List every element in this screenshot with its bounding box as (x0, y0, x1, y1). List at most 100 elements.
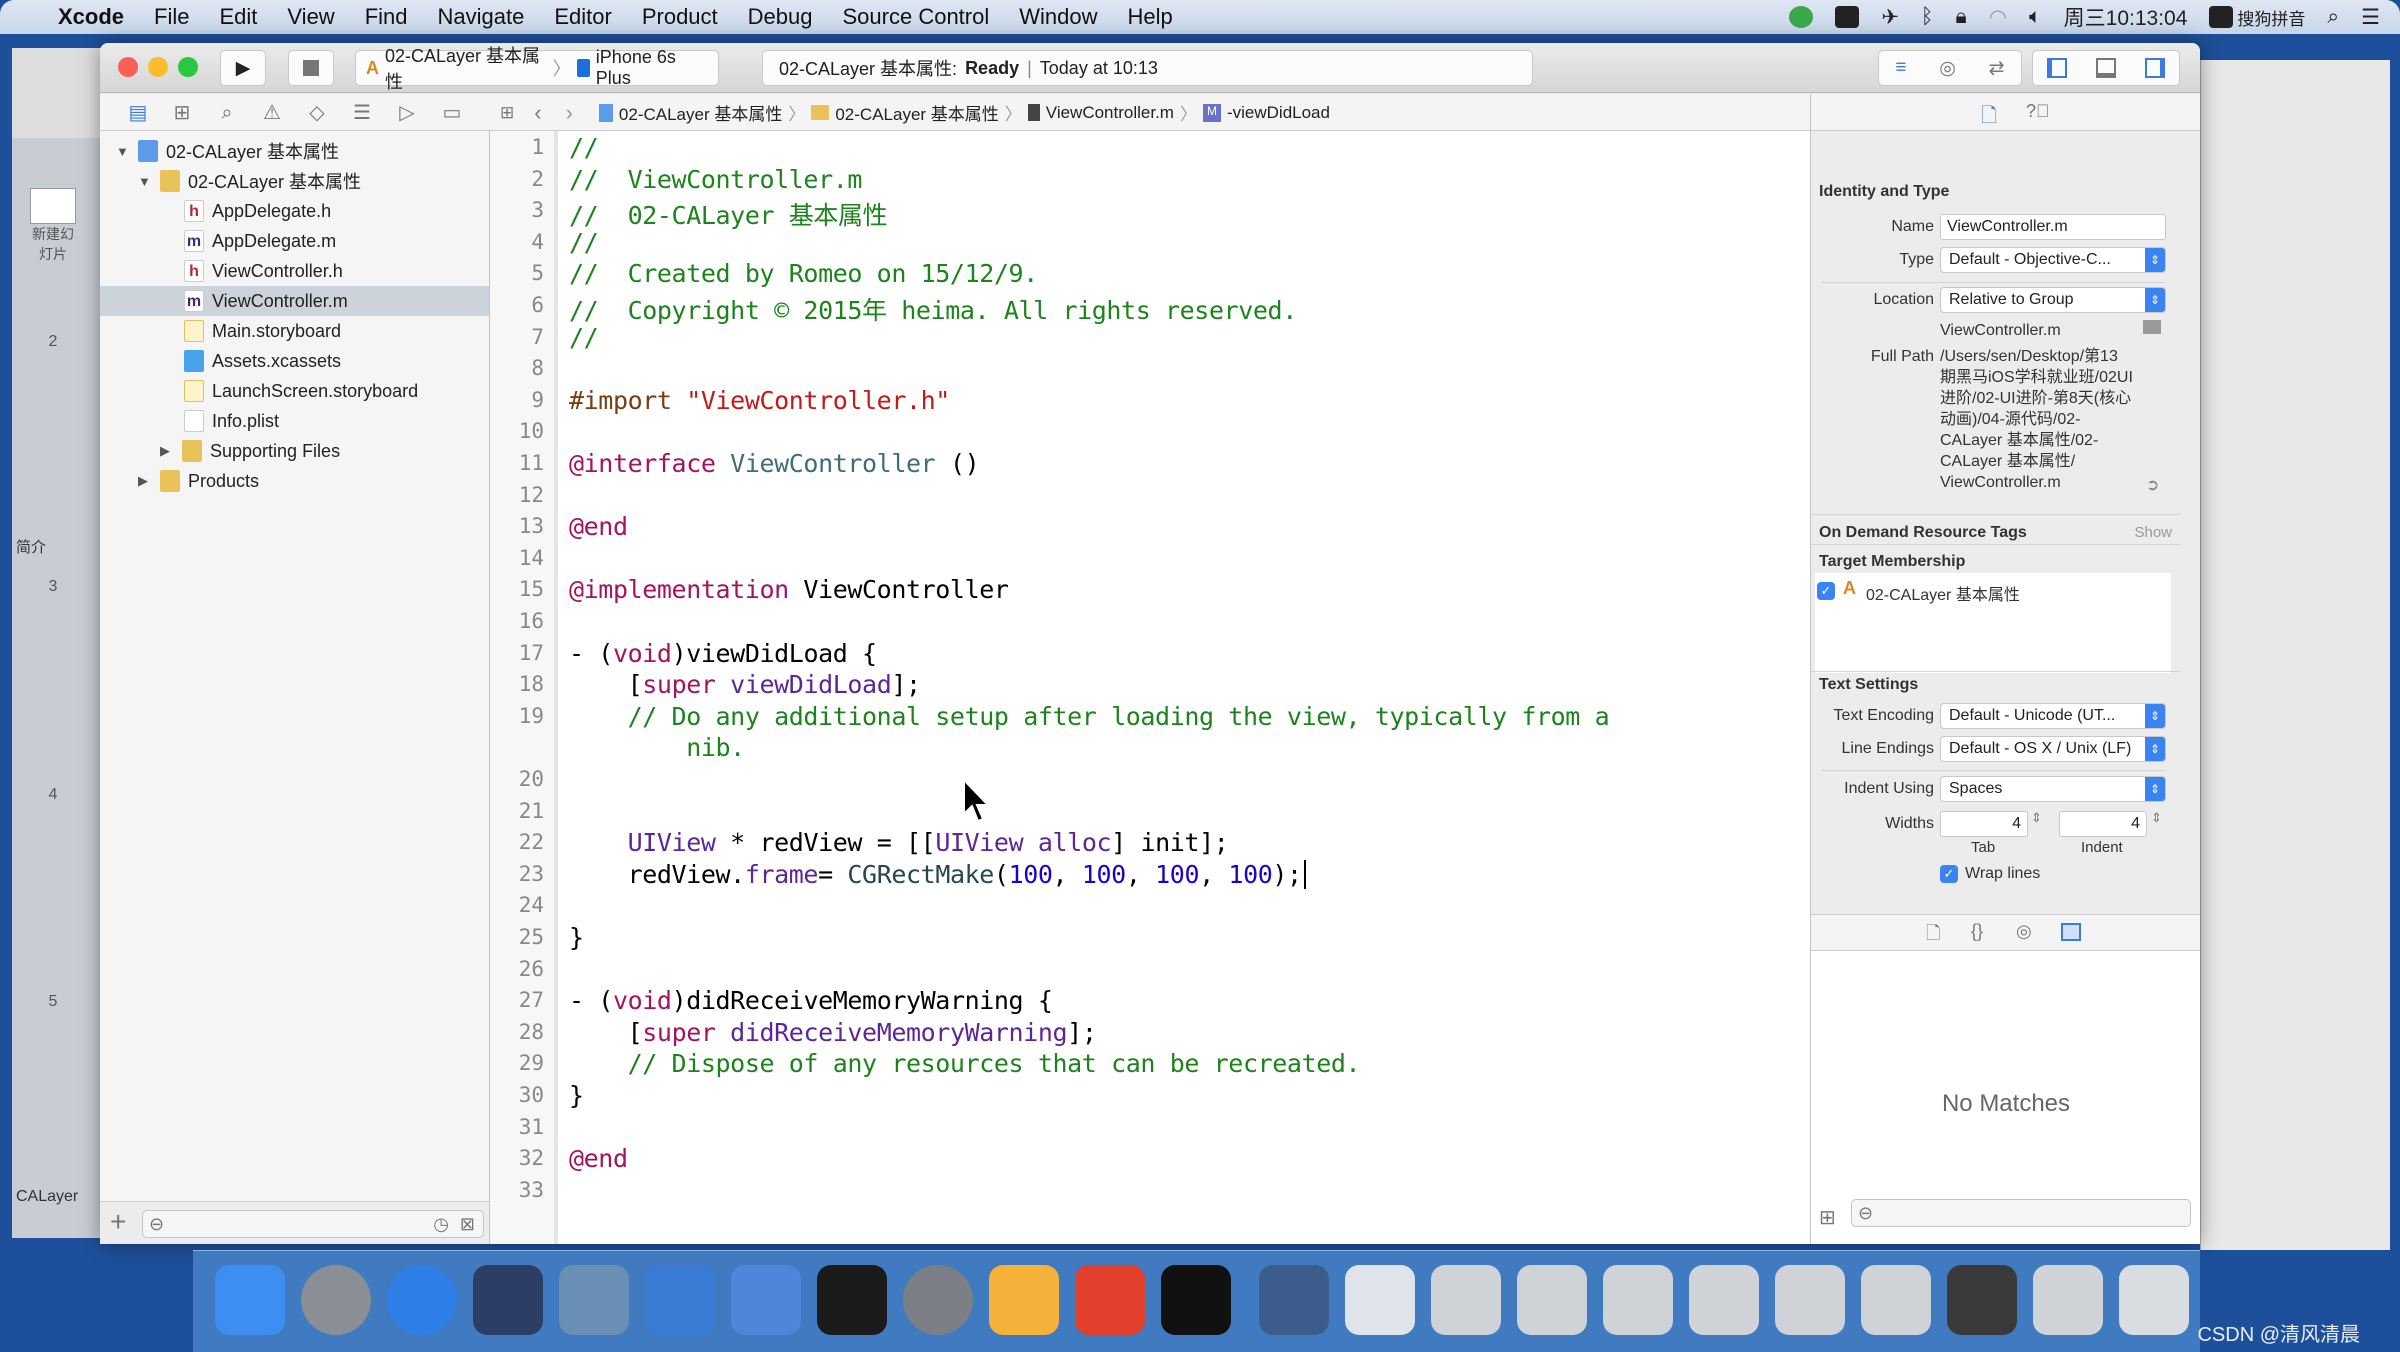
instruments-icon[interactable] (731, 1265, 801, 1335)
code-line[interactable]: } (569, 923, 584, 952)
disclosure-triangle-icon[interactable]: ▼ (138, 174, 156, 189)
code-snippet-icon[interactable]: {} (1971, 921, 1983, 942)
folder-icon[interactable] (2143, 320, 2161, 334)
bluetooth-icon[interactable]: ᛒ (1921, 5, 1934, 29)
source-editor[interactable]: 1 2 3 4 5 6 7 8 9 10 11 12 13 14 15 16 17 18 19 20 21 22 23 24 2… (490, 131, 1910, 1244)
toggle-navigator-icon[interactable] (2047, 58, 2068, 78)
sketch-icon[interactable] (989, 1265, 1059, 1335)
screenshot-3-icon[interactable] (1603, 1265, 1673, 1335)
standard-editor-icon[interactable]: ≡ (1895, 57, 1906, 79)
system-preferences-icon[interactable] (903, 1265, 973, 1335)
tab-width-stepper[interactable]: ⇕ (2031, 810, 2042, 826)
code-line[interactable]: [super didReceiveMemoryWarning]; (569, 1018, 1097, 1047)
grid-view-icon[interactable]: ⊞ (1819, 1205, 1836, 1230)
jump-item[interactable]: 02-CALayer 基本属性 (835, 100, 998, 125)
media-library-icon[interactable] (2061, 923, 2081, 941)
code-line[interactable]: - (void)viewDidLoad { (569, 639, 877, 668)
symbol-navigator-icon[interactable]: ⊞ (170, 102, 194, 124)
console-icon[interactable] (1161, 1265, 1231, 1335)
assistant-editor-icon[interactable]: ◎ (1939, 57, 1956, 80)
menu-file[interactable]: File (154, 4, 189, 30)
code-line[interactable]: // 02-CALayer 基本属性 (569, 196, 888, 232)
code-line[interactable]: // (569, 323, 599, 352)
wrap-lines-checkbox[interactable]: ✓ (1940, 865, 1958, 883)
wifi-icon[interactable]: ◠ (1989, 5, 2007, 30)
navigator-item[interactable]: m AppDelegate.m (100, 226, 489, 256)
line-endings-popup[interactable]: Default - OS X / Unix (LF) ⇕ (1940, 736, 2166, 762)
name-field[interactable]: ViewController.m (1940, 214, 2166, 240)
reveal-in-finder-icon[interactable]: ➲ (2146, 475, 2159, 495)
toggle-debug-area-icon[interactable] (2095, 58, 2116, 78)
menu-find[interactable]: Find (365, 4, 408, 30)
app-icon[interactable] (1789, 6, 1814, 28)
quick-help-icon[interactable]: ?⃝ (2026, 101, 2050, 122)
unsaved-files-icon[interactable]: ⊠ (460, 1214, 475, 1235)
type-popup[interactable]: Default - Objective-C... ⇕ (1940, 247, 2166, 273)
menu-xcode[interactable]: Xcode (58, 4, 124, 30)
code-line[interactable]: UIView * redView = [[UIView alloc] init]… (569, 828, 1229, 857)
scheme-selector[interactable]: A 02-CALayer 基本属性 〉 iPhone 6s Plus (355, 46, 719, 92)
show-button[interactable]: Show (2134, 524, 2172, 541)
menu-source-control[interactable]: Source Control (843, 4, 990, 30)
test-navigator-icon[interactable]: ◇ (305, 102, 329, 124)
preview-icon[interactable] (1345, 1265, 1415, 1335)
close-button[interactable] (118, 57, 138, 77)
back-icon[interactable]: ‹ (534, 100, 541, 126)
code-line[interactable]: @interface ViewController () (569, 449, 980, 478)
camera-icon[interactable] (1835, 6, 1860, 28)
navigator-item[interactable]: Info.plist (100, 406, 489, 436)
toggle-utilities-icon[interactable] (2144, 58, 2165, 78)
screenshot-2-icon[interactable] (1517, 1265, 1587, 1335)
version-editor-icon[interactable]: ⇄ (1989, 57, 2005, 80)
photo-slideshow-icon[interactable] (559, 1265, 629, 1335)
code-line[interactable]: [super viewDidLoad]; (569, 670, 921, 699)
navigator-item[interactable]: LaunchScreen.storyboard (100, 376, 489, 406)
library-filter-input[interactable]: ⊖ (1851, 1199, 2191, 1227)
navigator-filter-input[interactable]: ⊖ ◷ ⊠ (142, 1210, 484, 1238)
code-line[interactable]: // Do any additional setup after loading… (569, 702, 1610, 731)
report-navigator-icon[interactable]: ▭ (440, 102, 464, 124)
device-name[interactable]: iPhone 6s Plus (596, 47, 708, 89)
spotlight-icon[interactable]: ⌕ (2327, 5, 2339, 29)
code-line[interactable]: // Copyright © 2015年 heima. All rights r… (569, 291, 1297, 327)
indent-using-popup[interactable]: Spaces ⇕ (1940, 776, 2166, 802)
screenshot-6-icon[interactable] (1861, 1265, 1931, 1335)
recent-files-icon[interactable]: ◷ (433, 1214, 449, 1235)
menu-debug[interactable]: Debug (748, 4, 813, 30)
navigator-item[interactable]: ▼ 02-CALayer 基本属性 (100, 136, 489, 166)
screenshot-5-icon[interactable] (1775, 1265, 1845, 1335)
screenshot-8-icon[interactable] (2033, 1265, 2103, 1335)
code-line[interactable]: // (569, 133, 599, 162)
indent-width-stepper[interactable]: ⇕ (2151, 810, 2162, 826)
presentation-icon[interactable] (1075, 1265, 1145, 1335)
issue-navigator-icon[interactable]: ⚠ (260, 102, 284, 124)
navigator-item[interactable]: h AppDelegate.h (100, 196, 489, 226)
stop-button[interactable] (288, 50, 334, 86)
ime-label[interactable]: 搜狗拼音 (2237, 5, 2305, 30)
code-line[interactable]: @end (569, 512, 628, 541)
sogou-icon[interactable] (2209, 6, 2234, 28)
mouse-app-icon[interactable] (473, 1265, 543, 1335)
target-checkbox[interactable]: ✓ (1817, 582, 1835, 600)
safari-icon[interactable] (387, 1265, 457, 1335)
code-line[interactable]: // ViewController.m (569, 165, 862, 194)
screenshot-4-icon[interactable] (1689, 1265, 1759, 1335)
navigator-item[interactable]: m ViewController.m (100, 286, 489, 316)
find-navigator-icon[interactable]: ⌕ (215, 102, 239, 124)
menu-window[interactable]: Window (1019, 4, 1097, 30)
finder-icon[interactable] (215, 1265, 285, 1335)
disclosure-triangle-icon[interactable]: ▶ (138, 473, 156, 489)
menu-navigate[interactable]: Navigate (438, 4, 525, 30)
code-line[interactable]: @implementation ViewController (569, 575, 1009, 604)
navigator-item[interactable]: ▶ Supporting Files (100, 436, 489, 466)
slide-thumb[interactable]: 4 (30, 786, 76, 804)
menu-view[interactable]: View (287, 4, 334, 30)
code-line[interactable]: } (569, 1081, 584, 1110)
screenshot-1-icon[interactable] (1431, 1265, 1501, 1335)
breakpoint-navigator-icon[interactable]: ▷ (395, 102, 419, 124)
jump-item[interactable]: 02-CALayer 基本属性 (619, 100, 782, 125)
navigator-item[interactable]: ▼ 02-CALayer 基本属性 (100, 166, 489, 196)
run-button[interactable]: ▶ (220, 50, 266, 86)
xcode-icon[interactable] (645, 1265, 715, 1335)
clock[interactable]: 周三10:13:04 (2064, 2, 2188, 32)
